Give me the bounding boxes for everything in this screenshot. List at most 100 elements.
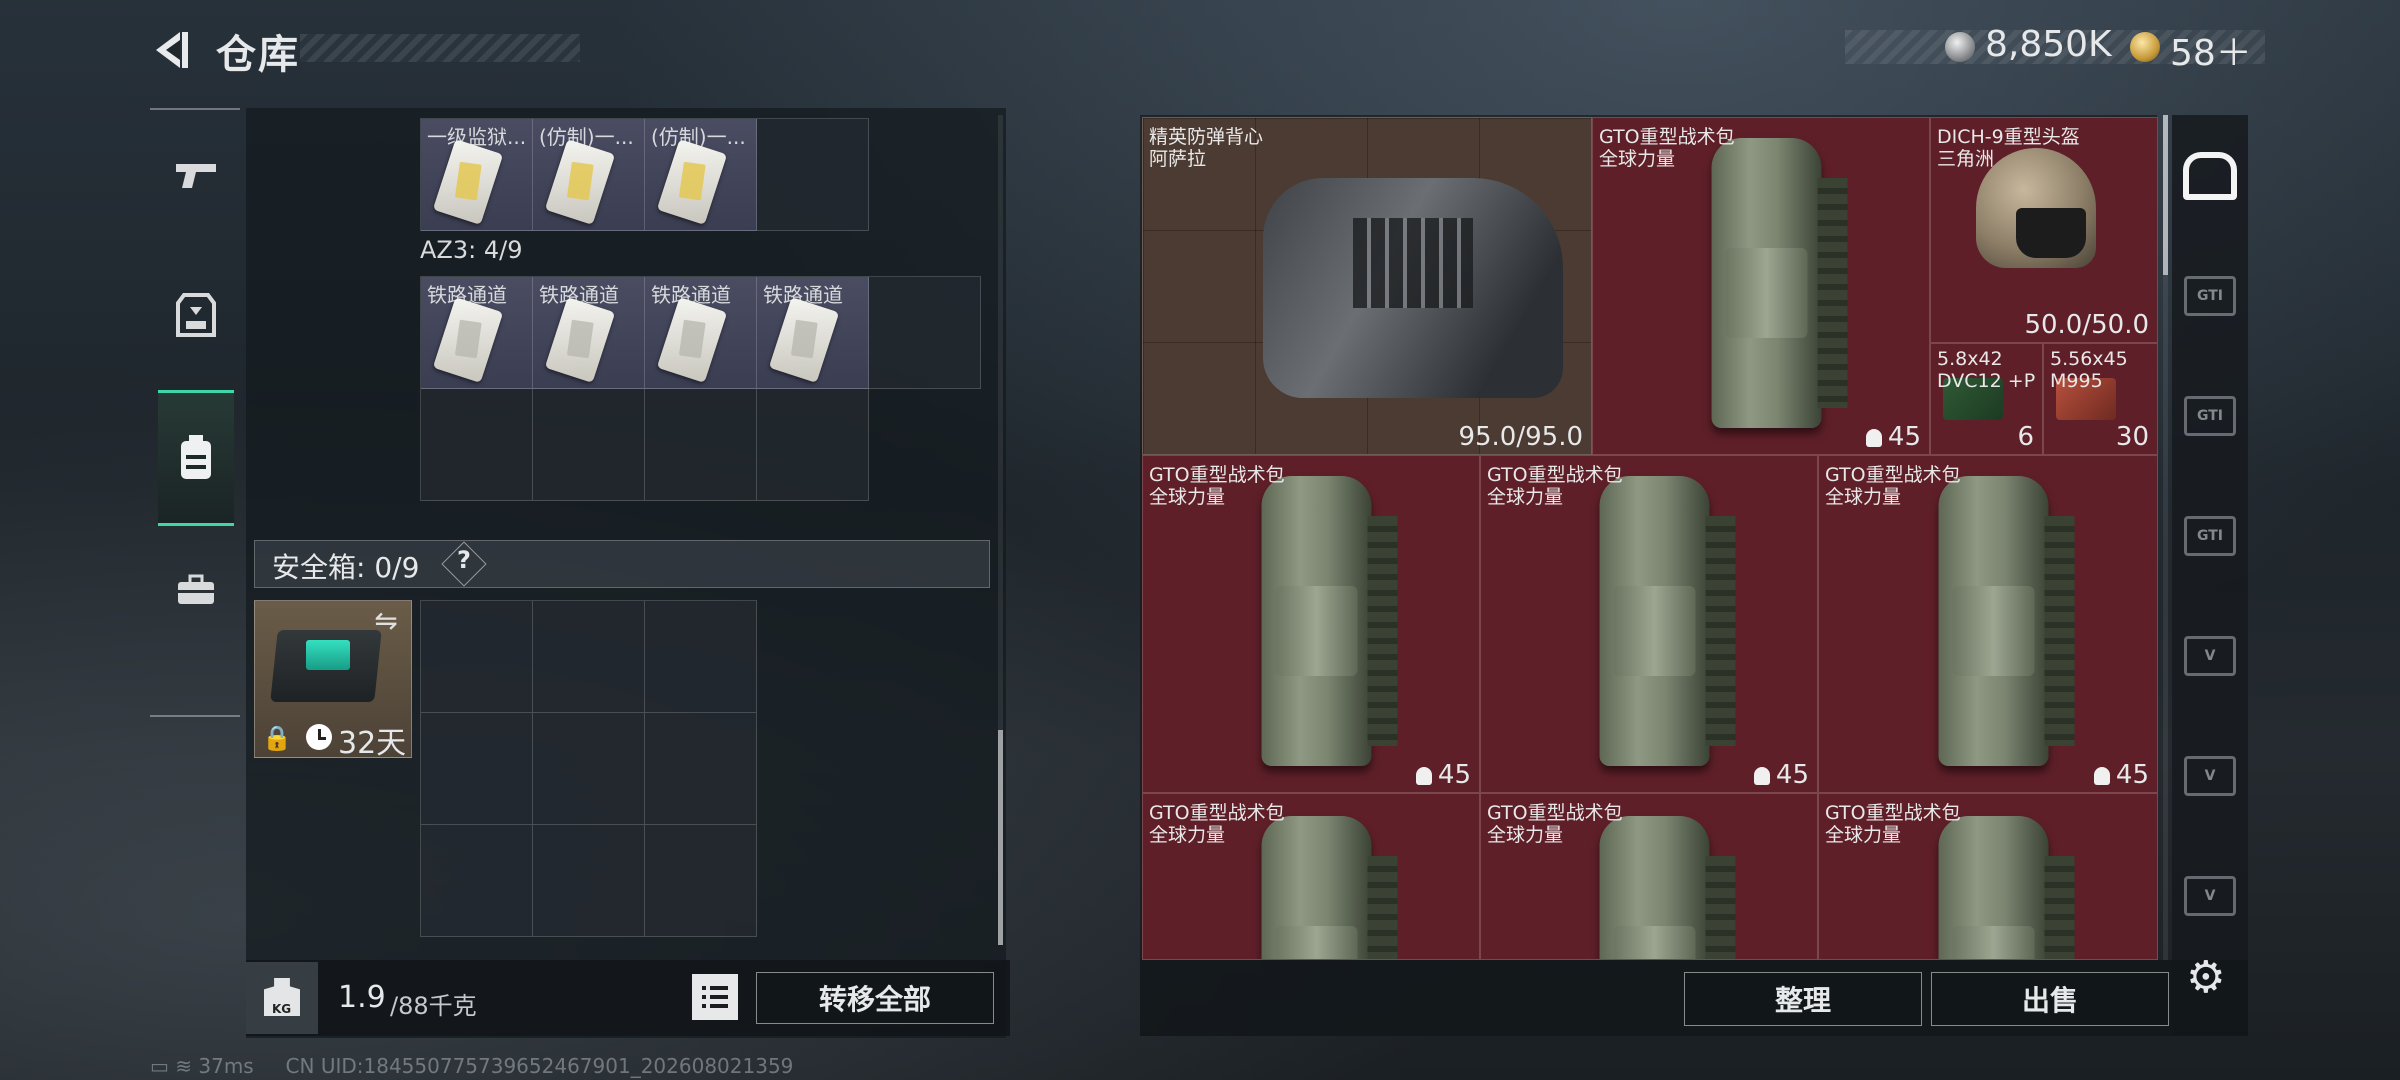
transfer-all-button[interactable]: 转移全部 xyxy=(756,972,994,1024)
item-brand: 三角洲 xyxy=(1937,148,1995,170)
item-brand: 全球力量 xyxy=(1825,824,1902,846)
stash-item-backpack[interactable]: GTO重型战术包 全球力量 45 xyxy=(1818,455,2158,793)
left-nav xyxy=(150,108,240,717)
title-stripe xyxy=(300,34,580,62)
item-brand: M995 xyxy=(2050,370,2103,392)
stash-item-backpack[interactable]: GTO重型战术包 全球力量 45 xyxy=(1592,117,1930,455)
safebox-label: 安全箱: 0/9 xyxy=(272,551,420,584)
item-brand: 全球力量 xyxy=(1149,824,1226,846)
item-brand: 全球力量 xyxy=(1599,148,1676,170)
tab-page-icon: V xyxy=(2184,876,2236,916)
empty-slot[interactable] xyxy=(533,601,645,713)
nav-armor[interactable] xyxy=(158,250,234,380)
empty-slot[interactable] xyxy=(533,825,645,937)
empty-slot[interactable] xyxy=(533,713,645,825)
empty-slot[interactable] xyxy=(421,825,533,937)
az3-row1: 铁路通道 铁路通道 铁路通道 铁路通道 xyxy=(420,276,981,389)
stash-item-backpack[interactable]: GTO重型战术包 全球力量 xyxy=(1480,793,1818,960)
empty-slot[interactable] xyxy=(645,389,757,501)
backpack-image xyxy=(1599,476,1736,766)
stash-item-ammo[interactable]: 5.8x42 DVC12 +P 6 xyxy=(1930,343,2043,455)
page-title: 仓库 xyxy=(216,32,300,78)
backpack-image xyxy=(1711,138,1848,428)
keycard-icon xyxy=(544,297,616,383)
capacity: 45 xyxy=(2115,760,2149,790)
lock-icon: 🔒 xyxy=(262,724,292,752)
az3-container-label: AZ3: 4/9 xyxy=(420,236,523,264)
nav-weapon[interactable] xyxy=(158,110,234,240)
tab-page-icon: GTI xyxy=(2184,516,2236,556)
empty-slot[interactable] xyxy=(533,389,645,501)
stash-item-helmet[interactable]: DICH-9重型头盔 三角洲 50.0/50.0 xyxy=(1930,117,2158,343)
safebox-grid xyxy=(420,600,757,937)
backpack-image xyxy=(1938,476,2075,766)
keycard-icon xyxy=(432,297,504,383)
empty-slot[interactable] xyxy=(645,601,757,713)
stash-item-backpack[interactable]: GTO重型战术包 全球力量 45 xyxy=(1480,455,1818,793)
ping-value: 37ms xyxy=(198,1054,254,1078)
stash-item-backpack[interactable]: GTO重型战术包 全球力量 xyxy=(1818,793,2158,960)
ticket-coin-icon xyxy=(2130,32,2160,62)
tab-page-icon: GTI xyxy=(2184,396,2236,436)
container-item[interactable]: (仿制)一... xyxy=(533,119,645,231)
stash-page-home[interactable] xyxy=(2182,150,2238,202)
stash-page-tab[interactable]: V xyxy=(2182,750,2238,802)
container-item[interactable]: 铁路通道 xyxy=(645,277,757,389)
keycard-icon xyxy=(656,139,728,225)
ticket-value[interactable]: 58＋ xyxy=(2170,24,2252,76)
durability: 50.0/50.0 xyxy=(2024,310,2149,340)
container-item[interactable]: 铁路通道 xyxy=(533,277,645,389)
sort-button[interactable]: 整理 xyxy=(1684,972,1922,1026)
stash-scrollbar-thumb[interactable] xyxy=(2163,115,2168,275)
empty-slot[interactable] xyxy=(645,825,757,937)
empty-slot[interactable] xyxy=(421,389,533,501)
stash-page-tab[interactable]: V xyxy=(2182,630,2238,682)
swap-icon[interactable]: ⇋ xyxy=(368,604,404,637)
capacity-icon xyxy=(1753,767,1770,785)
currency-coin-icon xyxy=(1945,32,1975,62)
left-scrollbar-thumb[interactable] xyxy=(998,730,1003,945)
stash-item-vest[interactable]: 精英防弹背心 阿萨拉 95.0/95.0 xyxy=(1142,117,1592,455)
keycard-icon xyxy=(544,139,616,225)
sell-button[interactable]: 出售 xyxy=(1931,972,2169,1026)
tab-page-icon: GTI xyxy=(2184,276,2236,316)
keycard-icon xyxy=(768,297,840,383)
capacity-icon xyxy=(1415,767,1432,785)
stash-item-backpack[interactable]: GTO重型战术包 全球力量 45 xyxy=(1142,455,1480,793)
item-name: 5.56x45 xyxy=(2050,348,2128,370)
container-item[interactable]: 铁路通道 xyxy=(757,277,869,389)
back-button[interactable] xyxy=(150,28,194,72)
nav-backpack[interactable] xyxy=(158,390,234,526)
status-bar: ▭ ≋ 37ms CN UID:18455077573965246790​1_2… xyxy=(150,1054,794,1078)
empty-slot[interactable] xyxy=(645,713,757,825)
backpack-image xyxy=(1261,816,1398,959)
uid-text: CN UID:18455077573965246790​1_2026080213… xyxy=(285,1054,794,1078)
empty-slot[interactable] xyxy=(421,713,533,825)
keycard-icon xyxy=(432,139,504,225)
help-mark: ? xyxy=(457,546,471,574)
stash-page-tab[interactable]: V xyxy=(2182,870,2238,922)
safe-case-accent xyxy=(306,640,350,670)
stash-page-tab[interactable]: GTI xyxy=(2182,390,2238,442)
keycard-icon xyxy=(656,297,728,383)
container-item[interactable]: 铁路通道 xyxy=(421,277,533,389)
stash-item-backpack[interactable]: GTO重型战术包 全球力量 xyxy=(1142,793,1480,960)
gear-icon[interactable]: ⚙ xyxy=(2186,952,2225,1003)
az3-row2 xyxy=(420,389,869,501)
container-item[interactable]: 一级监狱... xyxy=(421,119,533,231)
empty-slot[interactable] xyxy=(757,389,869,501)
container-item[interactable]: (仿制)一... xyxy=(645,119,757,231)
money-value: 8,850K xyxy=(1985,24,2112,65)
empty-slot[interactable] xyxy=(757,119,869,231)
capacity: 45 xyxy=(1437,760,1471,790)
stash-page-tab[interactable]: GTI xyxy=(2182,510,2238,562)
weight-max: /88千克 xyxy=(390,992,477,1020)
empty-slot[interactable] xyxy=(869,277,981,389)
empty-slot[interactable] xyxy=(421,601,533,713)
stash-item-ammo[interactable]: 5.56x45 M995 30 xyxy=(2043,343,2158,455)
item-brand: 全球力量 xyxy=(1487,486,1564,508)
nav-case[interactable] xyxy=(158,530,234,650)
list-view-button[interactable] xyxy=(692,974,738,1020)
stash-page-tab[interactable]: GTI xyxy=(2182,270,2238,322)
weight-icon-label: KG xyxy=(272,1002,292,1016)
